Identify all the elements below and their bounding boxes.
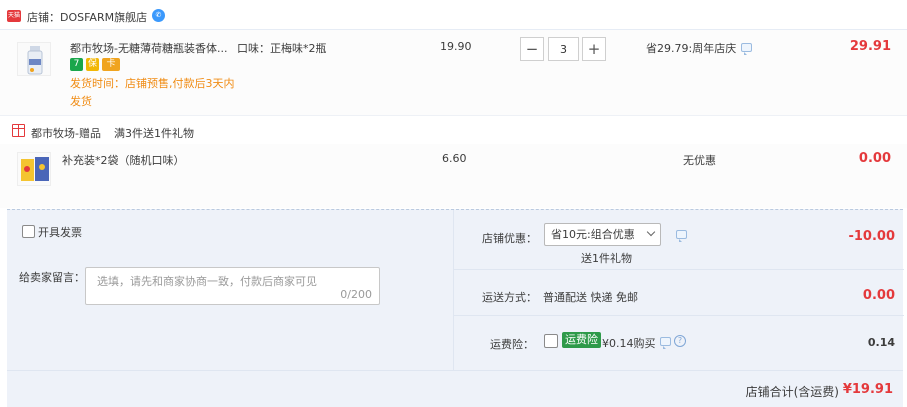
item-subtotal: 29.91 [849,39,891,54]
shop-discount-amount: -10.00 [848,229,895,244]
product-sku: 口味：正梅味*2瓶 [237,40,327,56]
sku-label: 口味： [237,42,270,55]
tmall-icon: 天猫 [7,10,21,22]
message-placeholder: 选填，请先和商家协商一致，付款后商家可见 [97,275,317,288]
invoice-option[interactable]: 开具发票 [22,224,82,240]
shipping-row: 运送方式： 普通配送 快递 免邮 0.00 [454,270,904,316]
gift-thumbnail[interactable] [17,152,51,186]
shop-discount-label: 店铺优惠： [482,232,537,245]
credit-card-icon[interactable]: 卡 [102,58,120,71]
shop-discount-select[interactable]: 省10元:组合优惠 [544,223,661,246]
shop-total-value: ¥19.91 [842,382,893,397]
invoice-label: 开具发票 [38,226,82,239]
chevron-down-icon [646,227,656,237]
shop-discount-gift-note: 送1件礼物 [581,252,632,265]
service-badges: 7保卡 [70,58,123,71]
shop-discount-row: 店铺优惠： 省10元:组合优惠 送1件礼物 -10.00 [454,210,904,270]
product-thumbnail[interactable] [17,42,51,76]
message-char-count: 0/200 [340,288,372,301]
gift-subtotal: 0.00 [858,151,891,166]
gift-title-link[interactable]: 补充装*2袋（随机口味） [62,152,222,168]
gift-unit-price: 6.60 [442,152,467,165]
discount-help-icon[interactable] [676,230,687,242]
discount-info-icon[interactable] [741,43,752,55]
help-icon[interactable]: ? [674,335,686,347]
gift-icon [12,124,25,137]
shop-name-link[interactable]: 店铺：DOSFARM旗舰店 [27,9,147,25]
quantity-increase-button[interactable]: + [582,37,606,61]
product-title-link[interactable]: 都市牧场-无糖薄荷糖瓶装香体... [70,40,230,56]
quantity-decrease-button[interactable]: − [520,37,544,61]
shipping-amount: 0.00 [862,288,895,303]
insurance-amount: 0.14 [867,336,895,349]
gift-header: 都市牧场-赠品 满3件送1件礼物 [0,118,907,144]
guarantee-icon[interactable]: 保 [86,58,99,71]
delivery-time-note: 发货时间：店铺预售,付款后3天内发货 [70,77,235,108]
insurance-checkbox[interactable] [544,334,558,348]
invoice-checkbox[interactable] [22,225,35,238]
message-label: 给卖家留言： [19,271,85,284]
shop-discount-selected: 省10元:组合优惠 [551,228,635,241]
shipping-method: 普通配送 快递 免邮 [543,291,638,304]
quantity-stepper: − + [520,37,606,61]
shop-total-label: 店铺合计(含运费) [745,385,839,399]
insurance-row: 运费险： 运费险 ¥0.14购买 ? 0.14 [454,316,904,370]
order-panel: 开具发票 给卖家留言： 选填，请先和商家协商一致，付款后商家可见 0/200 店… [7,209,904,407]
insurance-label: 运费险： [490,338,534,351]
wangwang-icon[interactable]: ✆ [152,9,165,22]
gift-item-row: 补充装*2袋（随机口味） 6.60 无优惠 0.00 [0,144,907,208]
insurance-price: ¥0.14购买 [602,337,656,350]
gift-discount: 无优惠 [683,154,716,167]
seven-day-return-icon[interactable]: 7 [70,58,83,71]
order-options: 开具发票 给卖家留言： 选填，请先和商家协商一致，付款后商家可见 0/200 [7,210,453,370]
order-summary: 店铺优惠： 省10元:组合优惠 送1件礼物 -10.00 运送方式： 普通配送 … [453,210,904,370]
insurance-badge: 运费险 [562,332,601,348]
cart-item-row: 都市牧场-无糖薄荷糖瓶装香体... 口味：正梅味*2瓶 7保卡 发货时间：店铺预… [0,30,907,116]
shop-header: 天猫 店铺：DOSFARM旗舰店 ✆ [0,0,907,30]
gift-title: 都市牧场-赠品 [31,127,101,140]
item-discount: 省29.79:周年店庆 [646,42,737,55]
shipping-label: 运送方式： [482,291,537,304]
gift-rule: 满3件送1件礼物 [114,127,194,140]
shop-total-bar: 店铺合计(含运费) ¥19.91 [7,370,903,407]
quantity-input[interactable] [548,37,579,61]
insurance-chat-icon[interactable] [660,337,671,349]
seller-message-input[interactable]: 选填，请先和商家协商一致，付款后商家可见 0/200 [85,267,380,305]
sku-value: 正梅味*2瓶 [270,42,327,55]
unit-price: 19.90 [440,40,472,53]
